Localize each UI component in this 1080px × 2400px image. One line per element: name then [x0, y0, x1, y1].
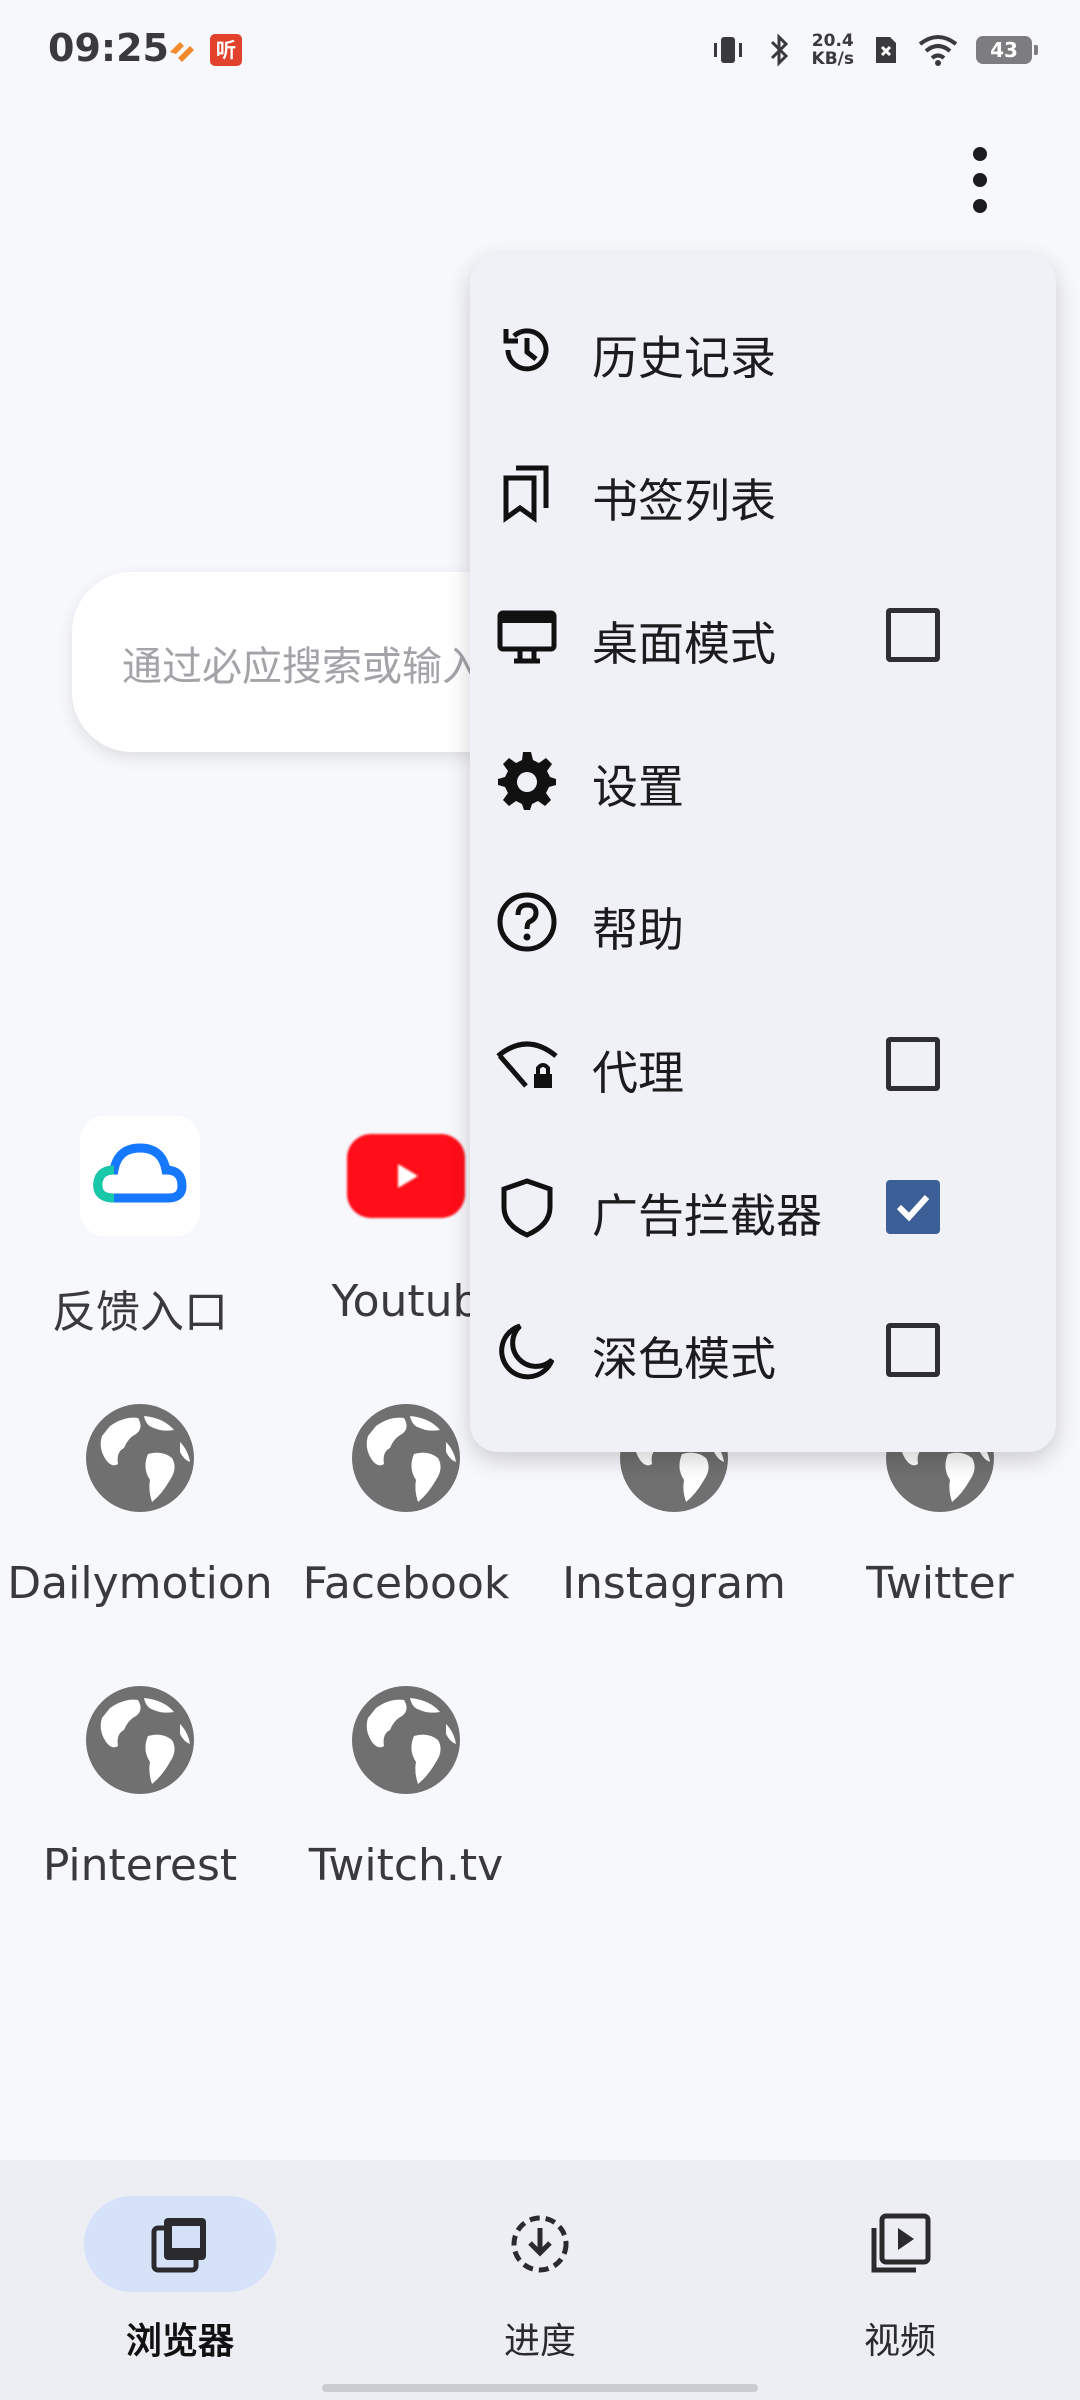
globe-icon — [86, 1404, 194, 1512]
wifi-icon — [918, 35, 958, 66]
menu-item-label: 桌面模式 — [592, 617, 776, 671]
nav-item-progress[interactable]: 进度 — [420, 2196, 660, 2364]
menu-item-label: 书签列表 — [592, 474, 776, 528]
globe-icon — [352, 1404, 460, 1512]
history-icon — [503, 328, 549, 372]
net-speed-value: 20.4 — [811, 31, 854, 51]
app-notification-icon — [170, 42, 194, 62]
more-options-button[interactable] — [950, 140, 1010, 220]
shortcut-label: Dailymotion — [7, 1558, 273, 1609]
overflow-menu: 历史记录 书签列表 桌面模式 设置 帮助 代理 广告拦截器 深色模式 — [470, 254, 1056, 1452]
shortcut-label: Twitch.tv — [308, 1840, 504, 1891]
nav-active-indicator — [84, 2196, 276, 2292]
shortcut-twitch[interactable]: Twitch.tv — [272, 1680, 540, 1891]
video-library-icon — [871, 2213, 931, 2273]
vibrate-icon — [713, 37, 742, 63]
status-bar: 09:25 听 20.4 KB/s 43 — [0, 0, 1080, 100]
nav-label: 进度 — [503, 2321, 576, 2362]
checkmark-icon — [896, 1194, 930, 1222]
proxy-checkbox[interactable] — [886, 1037, 940, 1091]
menu-item-label: 历史记录 — [592, 331, 776, 385]
nav-item-browser[interactable]: 浏览器 — [60, 2196, 300, 2364]
shortcut-label: Pinterest — [42, 1840, 238, 1891]
menu-item-settings[interactable]: 设置 — [470, 707, 1056, 850]
download-progress-icon — [511, 2215, 569, 2273]
bluetooth-icon — [770, 33, 788, 67]
menu-item-label: 帮助 — [592, 903, 684, 957]
shortcut-pinterest[interactable]: Pinterest — [6, 1680, 274, 1891]
moon-icon — [499, 1323, 555, 1380]
shield-icon — [501, 1178, 553, 1238]
youtube-icon — [347, 1134, 465, 1218]
menu-item-proxy[interactable]: 代理 — [470, 993, 1056, 1136]
shortcut-label: 反馈入口 — [52, 1287, 228, 1338]
bookmarks-icon — [503, 465, 549, 523]
dark-mode-checkbox[interactable] — [886, 1323, 940, 1377]
shortcut-feedback[interactable]: 反馈入口 — [6, 1116, 274, 1340]
shortcut-label: Instagram — [562, 1558, 786, 1609]
menu-item-history[interactable]: 历史记录 — [470, 278, 1056, 421]
menu-item-label: 深色模式 — [592, 1332, 776, 1386]
net-speed-unit: KB/s — [811, 49, 854, 69]
nav-label: 视频 — [863, 2321, 936, 2362]
listen-app-icon: 听 — [210, 34, 242, 66]
nav-label: 浏览器 — [125, 2321, 234, 2362]
home-indicator[interactable] — [322, 2384, 758, 2392]
menu-item-desktop-mode[interactable]: 桌面模式 — [470, 564, 1056, 707]
status-right: 20.4 KB/s 43 — [710, 28, 1038, 72]
bottom-navigation: 浏览器 进度 视频 — [0, 2160, 1080, 2400]
desktop-mode-checkbox[interactable] — [886, 608, 940, 662]
menu-item-help[interactable]: 帮助 — [470, 850, 1056, 993]
status-time: 09:25 — [48, 26, 169, 70]
menu-item-ad-blocker[interactable]: 广告拦截器 — [470, 1136, 1056, 1279]
ad-blocker-checkbox[interactable] — [886, 1180, 940, 1234]
gear-icon — [498, 752, 556, 810]
nav-item-video[interactable]: 视频 — [780, 2196, 1020, 2364]
shortcut-label: Facebook — [302, 1558, 510, 1609]
cloud-icon — [80, 1116, 200, 1236]
menu-item-label: 广告拦截器 — [592, 1189, 822, 1243]
net-speed: 20.4 KB/s — [812, 32, 854, 68]
shortcut-dailymotion[interactable]: Dailymotion — [6, 1398, 274, 1609]
desktop-icon — [497, 610, 557, 664]
globe-icon — [352, 1686, 460, 1794]
menu-item-bookmarks[interactable]: 书签列表 — [470, 421, 1056, 564]
proxy-icon — [496, 1041, 558, 1088]
browser-tabs-icon — [151, 2218, 206, 2273]
help-icon — [497, 892, 557, 952]
menu-item-label: 代理 — [592, 1046, 684, 1100]
menu-item-label: 设置 — [592, 760, 684, 814]
battery-indicator: 43 — [976, 36, 1038, 64]
globe-icon — [86, 1686, 194, 1794]
shortcut-label: Twitter — [866, 1558, 1014, 1609]
sim-disabled-icon — [876, 37, 896, 63]
menu-item-dark-mode[interactable]: 深色模式 — [470, 1279, 1056, 1422]
search-placeholder: 通过必应搜索或输入 — [122, 644, 482, 690]
